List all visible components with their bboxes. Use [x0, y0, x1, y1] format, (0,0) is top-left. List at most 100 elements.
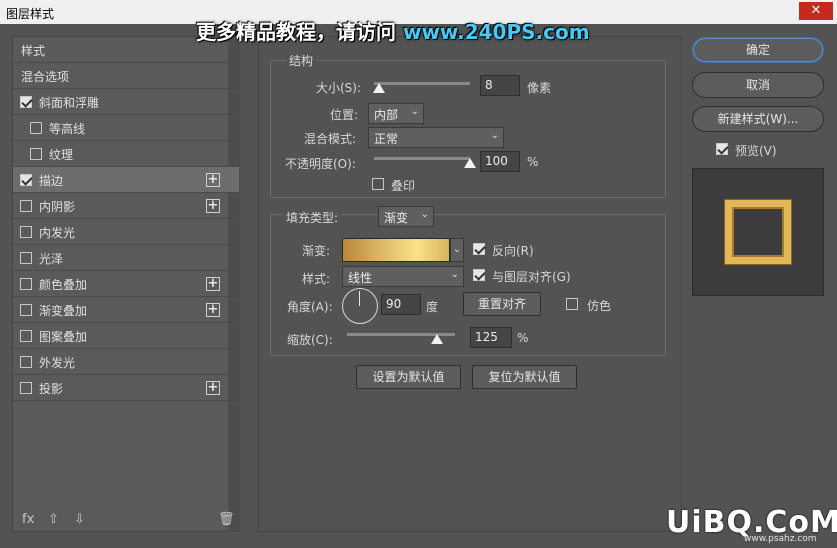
new-style-button[interactable]: 新建样式(W)... — [692, 106, 824, 132]
gradient-label: 渐变: — [302, 244, 331, 258]
styles-list-item-checkbox[interactable] — [20, 304, 32, 316]
preview-checkbox[interactable] — [716, 143, 728, 155]
styles-list-item[interactable]: 内发光 — [13, 219, 239, 245]
styles-list-item[interactable]: 投影 + — [13, 375, 239, 401]
styles-list-item-checkbox[interactable] — [20, 330, 32, 342]
styles-list-item-checkbox[interactable] — [20, 226, 32, 238]
blend-mode-label: 混合模式: — [304, 132, 357, 146]
scale-input[interactable]: 125 — [470, 327, 512, 348]
move-down-icon[interactable]: ⇩ — [74, 512, 85, 527]
styles-list-item-label: 颜色叠加 — [39, 278, 88, 292]
cancel-button[interactable]: 取消 — [692, 72, 824, 98]
styles-list-item-label: 图案叠加 — [39, 330, 88, 344]
angle-label: 角度(A): — [287, 300, 333, 314]
gradient-dropdown-chevron-icon[interactable]: ⌄ — [450, 238, 464, 262]
styles-list-item[interactable]: 图案叠加 — [13, 323, 239, 349]
watermark-text: 更多精品教程，请访问 — [196, 20, 403, 44]
structure-legend: 结构 — [286, 52, 317, 69]
add-effect-plus-icon[interactable]: + — [206, 173, 220, 187]
trash-icon[interactable]: 🗑 — [218, 512, 235, 527]
add-effect-plus-icon[interactable]: + — [206, 303, 220, 317]
overprint-label: 叠印 — [391, 179, 416, 193]
styles-list-item[interactable]: 描边 + — [13, 167, 239, 193]
preview-gold-frame — [725, 200, 791, 264]
add-effect-plus-icon[interactable]: + — [206, 381, 220, 395]
styles-list-item-checkbox[interactable] — [20, 382, 32, 394]
styles-list-item-label: 投影 — [39, 382, 64, 396]
add-effect-plus-icon[interactable]: + — [206, 277, 220, 291]
styles-list-item[interactable]: 内阴影 + — [13, 193, 239, 219]
reset-alignment-button[interactable]: 重置对齐 — [463, 292, 541, 316]
styles-list-item-label: 光泽 — [39, 252, 64, 266]
styles-list-item[interactable]: 斜面和浮雕 — [13, 89, 239, 115]
position-label: 位置: — [330, 108, 359, 122]
close-button[interactable]: ✕ — [799, 2, 833, 20]
chevron-down-icon: ⌄ — [450, 269, 459, 280]
fx-icon[interactable]: fx — [22, 512, 34, 527]
styles-list-item-label: 内阴影 — [39, 200, 76, 214]
angle-dial[interactable] — [342, 288, 378, 324]
styles-list-item[interactable]: 纹理 — [13, 141, 239, 167]
styles-list-item[interactable]: 外发光 — [13, 349, 239, 375]
styles-list-item-checkbox[interactable] — [20, 200, 32, 212]
styles-list-item[interactable]: 光泽 — [13, 245, 239, 271]
styles-list-item-label: 描边 — [39, 174, 64, 188]
blend-mode-value: 正常 — [374, 132, 399, 146]
fill-type-label: 填充类型: — [283, 209, 342, 226]
make-default-button[interactable]: 设置为默认值 — [356, 365, 461, 389]
styles-list-item[interactable]: 混合选项 — [13, 63, 239, 89]
position-value: 内部 — [374, 108, 399, 122]
styles-list-item-checkbox[interactable] — [20, 96, 32, 108]
angle-unit: 度 — [426, 300, 439, 314]
overprint-checkbox[interactable] — [372, 178, 384, 190]
styles-list-item-label: 纹理 — [49, 148, 74, 162]
styles-list-item-checkbox[interactable] — [30, 122, 42, 134]
move-up-icon[interactable]: ⇧ — [48, 512, 59, 527]
styles-list-item-label: 斜面和浮雕 — [39, 96, 100, 110]
fill-type-value: 渐变 — [384, 211, 409, 225]
scale-slider-thumb[interactable] — [430, 334, 443, 344]
styles-list-item-checkbox[interactable] — [30, 148, 42, 160]
opacity-slider-thumb[interactable] — [464, 158, 476, 168]
gradient-swatch[interactable] — [342, 238, 450, 262]
styles-list-item[interactable]: 等高线 — [13, 115, 239, 141]
size-slider-thumb[interactable] — [372, 83, 385, 93]
styles-list-item-checkbox[interactable] — [20, 356, 32, 368]
size-slider-track[interactable] — [374, 82, 470, 85]
position-select[interactable]: 内部 ⌄ — [368, 103, 424, 124]
window-title: 图层样式 — [6, 7, 55, 21]
dither-label: 仿色 — [587, 299, 612, 313]
styles-list-item-checkbox[interactable] — [20, 174, 32, 186]
add-effect-plus-icon[interactable]: + — [206, 199, 220, 213]
align-with-layer-checkbox[interactable] — [473, 269, 485, 281]
styles-list-item[interactable]: 颜色叠加 + — [13, 271, 239, 297]
styles-list-item[interactable]: 渐变叠加 + — [13, 297, 239, 323]
scale-label: 缩放(C): — [287, 333, 333, 347]
styles-list-item-checkbox[interactable] — [20, 278, 32, 290]
styles-list-item-label: 等高线 — [49, 122, 86, 136]
align-with-layer-label: 与图层对齐(G) — [492, 270, 571, 284]
preview-label: 预览(V) — [735, 144, 777, 158]
opacity-input[interactable]: 100 — [480, 151, 520, 172]
dither-checkbox[interactable] — [566, 298, 578, 310]
styles-list-item-label: 混合选项 — [21, 70, 70, 84]
chevron-down-icon: ⌄ — [490, 130, 499, 141]
blend-mode-select[interactable]: 正常 ⌄ — [368, 127, 504, 148]
angle-dial-needle — [359, 291, 360, 306]
angle-input[interactable]: 90 — [381, 294, 421, 315]
reverse-checkbox[interactable] — [473, 243, 485, 255]
reset-default-button[interactable]: 复位为默认值 — [472, 365, 577, 389]
gradient-style-select[interactable]: 线性 ⌄ — [342, 266, 464, 287]
fill-type-select[interactable]: 渐变 ⌄ — [378, 206, 434, 227]
styles-list-item-label: 内发光 — [39, 226, 76, 240]
styles-list-item-label: 外发光 — [39, 356, 76, 370]
styles-list-header-label: 样式 — [21, 44, 46, 58]
ok-button[interactable]: 确定 — [692, 37, 824, 63]
reverse-label: 反向(R) — [492, 244, 534, 258]
size-input[interactable]: 8 — [480, 75, 520, 96]
opacity-slider-track[interactable] — [374, 157, 470, 160]
scale-unit: % — [517, 331, 529, 345]
size-unit: 像素 — [527, 81, 552, 95]
style-label: 样式: — [302, 272, 331, 286]
styles-list-item-checkbox[interactable] — [20, 252, 32, 264]
